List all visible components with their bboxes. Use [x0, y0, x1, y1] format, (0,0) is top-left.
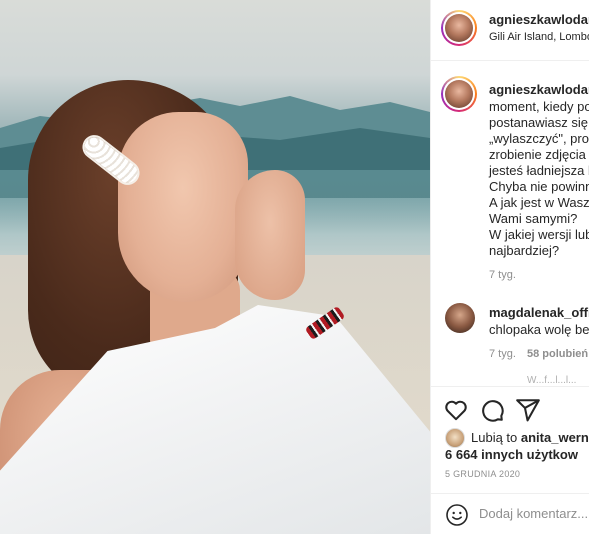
hand [235, 170, 305, 300]
caption-line: Chyba nie powinn [489, 179, 589, 194]
liker-avatar[interactable] [445, 428, 465, 448]
comment-text: chlopaka wolę bez [489, 322, 589, 337]
liker-username[interactable]: anita_werner [521, 430, 589, 445]
author-username[interactable]: agnieszkawlodarc [489, 12, 589, 27]
comment-username[interactable]: magdalenak_offic [489, 305, 589, 320]
caption-line: zrobienie zdjęcia i [489, 147, 589, 162]
author-avatar[interactable] [441, 10, 477, 46]
caption-line: W jakiej wersji lub [489, 227, 589, 242]
caption-author-avatar[interactable] [441, 76, 477, 112]
caption-line: moment, kiedy po [489, 99, 589, 114]
caption-line: postanawiasz się d [489, 115, 589, 130]
add-comment-input[interactable]: Dodaj komentarz... [479, 506, 588, 521]
caption-line: Wami samymi? [489, 211, 578, 226]
likes-prefix: Lubią to [471, 430, 518, 445]
faded-text: W...f...l...l... [527, 375, 577, 386]
caption-line: najbardziej? [489, 243, 560, 258]
commenter-avatar[interactable] [445, 303, 475, 333]
smiley-icon[interactable] [445, 503, 469, 527]
post-actions: Lubią to anita_werner 6 664 innych użytk… [431, 386, 589, 534]
caption-username[interactable]: agnieszkawlodarc [489, 82, 589, 97]
face [118, 112, 248, 302]
caption-line: jesteś ładniejsza b [489, 163, 589, 178]
post-date: 5 GRUDNIA 2020 [445, 469, 521, 479]
post-header: agnieszkawlodarc Gili Air Island, Lombo [431, 0, 589, 61]
caption-line: „wylaszczyć", pros [489, 131, 589, 146]
caption-line: A jak jest w Waszy [489, 195, 589, 210]
post-location[interactable]: Gili Air Island, Lombo [489, 31, 589, 43]
likes-summary: Lubią to anita_werner [471, 430, 589, 445]
post-photo[interactable] [0, 0, 430, 534]
caption-time[interactable]: 7 tyg. [489, 269, 516, 281]
share-icon[interactable] [515, 397, 541, 423]
comment-icon[interactable] [479, 397, 505, 423]
comment-likes[interactable]: 58 polubień [527, 348, 588, 360]
post-side-panel: agnieszkawlodarc Gili Air Island, Lombo … [430, 0, 589, 534]
likes-others[interactable]: 6 664 innych użytkow [445, 447, 578, 462]
add-comment-bar: Dodaj komentarz... [431, 493, 589, 534]
heart-icon[interactable] [443, 397, 469, 423]
comment-time[interactable]: 7 tyg. [489, 348, 516, 360]
